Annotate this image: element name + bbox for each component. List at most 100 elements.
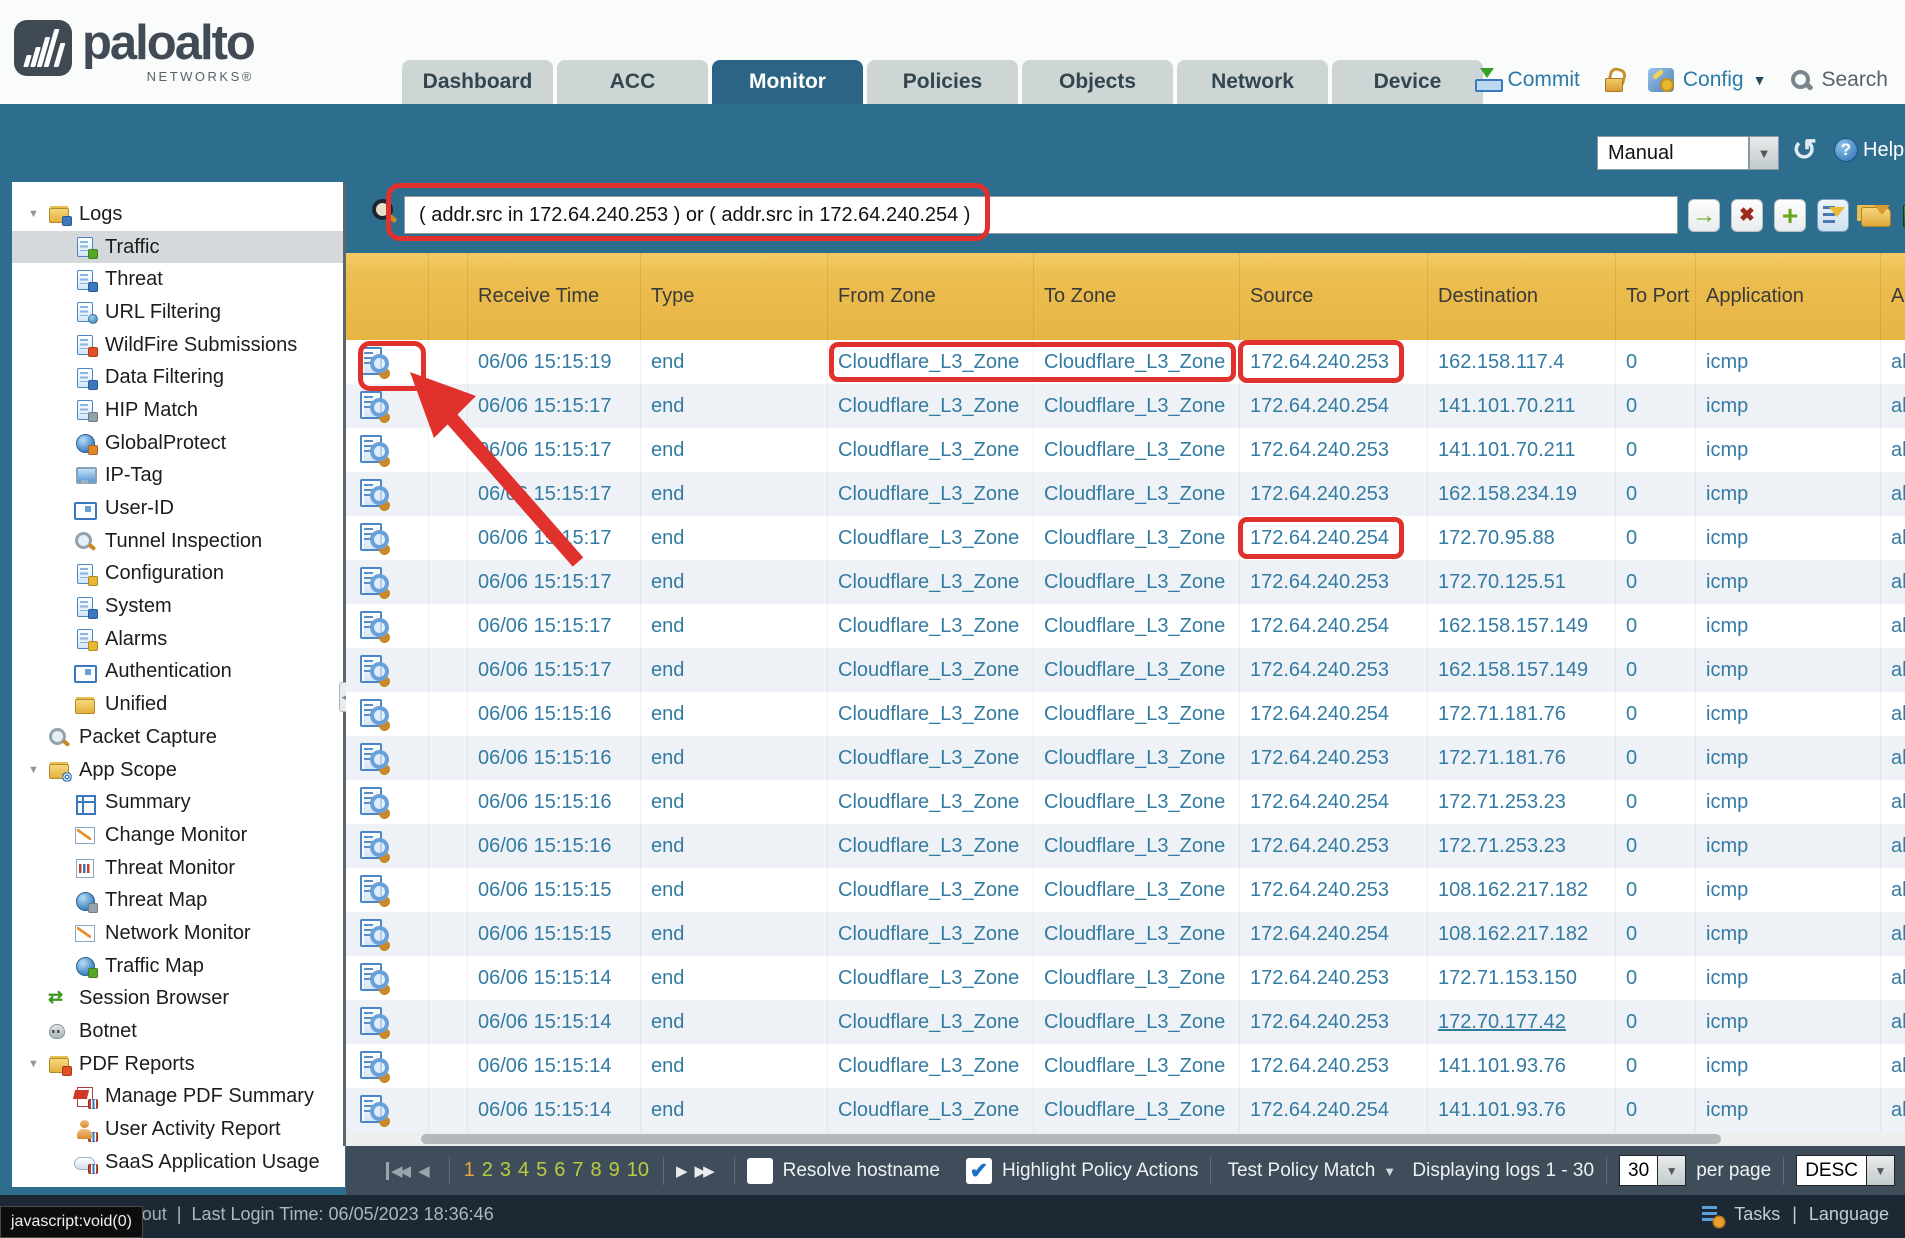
destination-cell[interactable]: 141.101.93.76 [1428,1088,1616,1132]
sidebar-item-summary[interactable]: Summary [12,786,345,819]
destination-cell[interactable]: 172.70.95.88 [1428,516,1616,560]
source-cell[interactable]: 172.64.240.253 [1240,472,1428,516]
source-cell[interactable]: 172.64.240.253 [1240,736,1428,780]
load-filter-icon[interactable] [1860,199,1892,232]
destination-cell[interactable]: 108.162.217.182 [1428,868,1616,912]
page-number-2[interactable]: 2 [482,1159,493,1182]
log-filter-input[interactable] [404,196,1678,234]
tab-device[interactable]: Device [1332,60,1483,104]
filter-builder-icon[interactable] [1817,199,1849,232]
test-policy-match-button[interactable]: Test Policy Match▼ [1227,1160,1396,1182]
source-cell[interactable]: 172.64.240.254 [1240,1088,1428,1132]
source-cell[interactable]: 172.64.240.253 [1240,560,1428,604]
source-cell[interactable]: 172.64.240.253 [1240,1044,1428,1088]
log-detail-icon[interactable] [360,478,390,510]
tab-objects[interactable]: Objects [1022,60,1173,104]
commit-link[interactable]: Commit [1508,68,1580,92]
log-detail-icon[interactable] [360,1050,390,1082]
sidebar-item-authentication[interactable]: Authentication [12,656,345,689]
sidebar-item-url-filtering[interactable]: URL Filtering [12,296,345,329]
log-detail-icon[interactable] [360,786,390,818]
log-detail-icon[interactable] [360,390,390,422]
destination-cell[interactable]: 172.70.125.51 [1428,560,1616,604]
log-detail-icon[interactable] [360,962,390,994]
log-detail-icon[interactable] [360,742,390,774]
source-cell[interactable]: 172.64.240.254 [1240,912,1428,956]
sidebar-item-threat-monitor[interactable]: Threat Monitor [12,852,345,885]
source-cell[interactable]: 172.64.240.254 [1240,384,1428,428]
log-detail-icon[interactable] [360,610,390,642]
first-page-icon[interactable]: ◀◀ [386,1162,408,1180]
highlight-policy-actions-checkbox[interactable]: ✔ [966,1158,992,1184]
tab-network[interactable]: Network [1177,60,1328,104]
search-link[interactable]: Search [1821,68,1888,92]
tab-monitor[interactable]: Monitor [712,60,863,104]
column-header-destination[interactable]: Destination [1428,253,1616,340]
destination-cell[interactable]: 141.101.70.211 [1428,428,1616,472]
sidebar-item-user-id[interactable]: User-ID [12,492,345,525]
sidebar-item-ip-tag[interactable]: IP-Tag [12,460,345,493]
log-detail-icon[interactable] [360,698,390,730]
sidebar-item-manage-pdf-summary[interactable]: Manage PDF Summary [12,1081,345,1114]
last-page-icon[interactable]: ▶▶ [695,1162,712,1180]
destination-cell[interactable]: 108.162.217.182 [1428,912,1616,956]
column-header-application[interactable]: Application [1696,253,1881,340]
sidebar-item-traffic-map[interactable]: Traffic Map [12,950,345,983]
resolve-hostname-checkbox[interactable] [747,1158,773,1184]
sidebar-item-tunnel-inspection[interactable]: Tunnel Inspection [12,525,345,558]
column-header-blank[interactable] [346,253,429,340]
log-detail-icon[interactable] [360,346,390,378]
sidebar-item-system[interactable]: System [12,590,345,623]
source-cell[interactable]: 172.64.240.253 [1240,648,1428,692]
sidebar-item-user-activity-report[interactable]: User Activity Report [12,1113,345,1146]
page-number-10[interactable]: 10 [627,1159,649,1182]
help-icon[interactable]: ? [1834,138,1858,162]
column-header-action[interactable]: Action [1881,253,1905,340]
sidebar-item-logs[interactable]: ▼Logs [12,198,345,231]
tasks-link[interactable]: Tasks [1734,1204,1780,1225]
source-cell[interactable]: 172.64.240.254 [1240,516,1428,560]
sidebar-item-change-monitor[interactable]: Change Monitor [12,819,345,852]
column-header-to-port[interactable]: To Port [1616,253,1696,340]
page-number-9[interactable]: 9 [609,1159,620,1182]
sidebar-item-botnet[interactable]: Botnet [12,1015,345,1048]
log-detail-icon[interactable] [360,874,390,906]
expand-triangle-icon[interactable]: ▼ [28,764,48,776]
sidebar-item-configuration[interactable]: Configuration [12,558,345,591]
log-detail-icon[interactable] [360,1006,390,1038]
destination-cell[interactable]: 172.71.181.76 [1428,692,1616,736]
destination-cell[interactable]: 172.71.253.23 [1428,780,1616,824]
horizontal-scrollbar[interactable] [346,1132,1905,1146]
sidebar-item-data-filtering[interactable]: Data Filtering [12,361,345,394]
page-number-7[interactable]: 7 [572,1159,583,1182]
source-cell[interactable]: 172.64.240.254 [1240,692,1428,736]
config-caret-icon[interactable]: ▼ [1753,72,1767,88]
column-header-type[interactable]: Type [641,253,828,340]
source-cell[interactable]: 172.64.240.254 [1240,780,1428,824]
destination-cell[interactable]: 172.71.181.76 [1428,736,1616,780]
column-header-from-zone[interactable]: From Zone [828,253,1034,340]
add-filter-icon[interactable]: + [1774,199,1806,232]
source-cell[interactable]: 172.64.240.254 [1240,604,1428,648]
page-number-1[interactable]: 1 [464,1159,475,1182]
config-link[interactable]: Config [1683,68,1744,92]
next-page-icon[interactable]: ▶ [676,1162,685,1180]
tab-acc[interactable]: ACC [557,60,708,104]
destination-cell[interactable]: 172.71.153.150 [1428,956,1616,1000]
lock-icon[interactable] [1604,68,1624,92]
prev-page-icon[interactable]: ◀ [418,1162,427,1180]
sidebar-item-app-scope[interactable]: ▼App Scope [12,754,345,787]
source-cell[interactable]: 172.64.240.253 [1240,824,1428,868]
apply-filter-icon[interactable]: → [1688,199,1720,232]
column-header-blank[interactable] [429,253,468,340]
per-page-select[interactable]: 30 ▼ [1619,1155,1686,1186]
sort-order-select[interactable]: DESC ▼ [1796,1155,1895,1186]
source-cell[interactable]: 172.64.240.253 [1240,340,1428,384]
column-header-source[interactable]: Source [1240,253,1428,340]
sidebar-item-wildfire-submissions[interactable]: WildFire Submissions [12,329,345,362]
log-detail-icon[interactable] [360,434,390,466]
destination-cell[interactable]: 172.70.177.42 [1428,1000,1616,1044]
sidebar-item-session-browser[interactable]: Session Browser [12,983,345,1016]
source-cell[interactable]: 172.64.240.253 [1240,868,1428,912]
source-cell[interactable]: 172.64.240.253 [1240,1000,1428,1044]
